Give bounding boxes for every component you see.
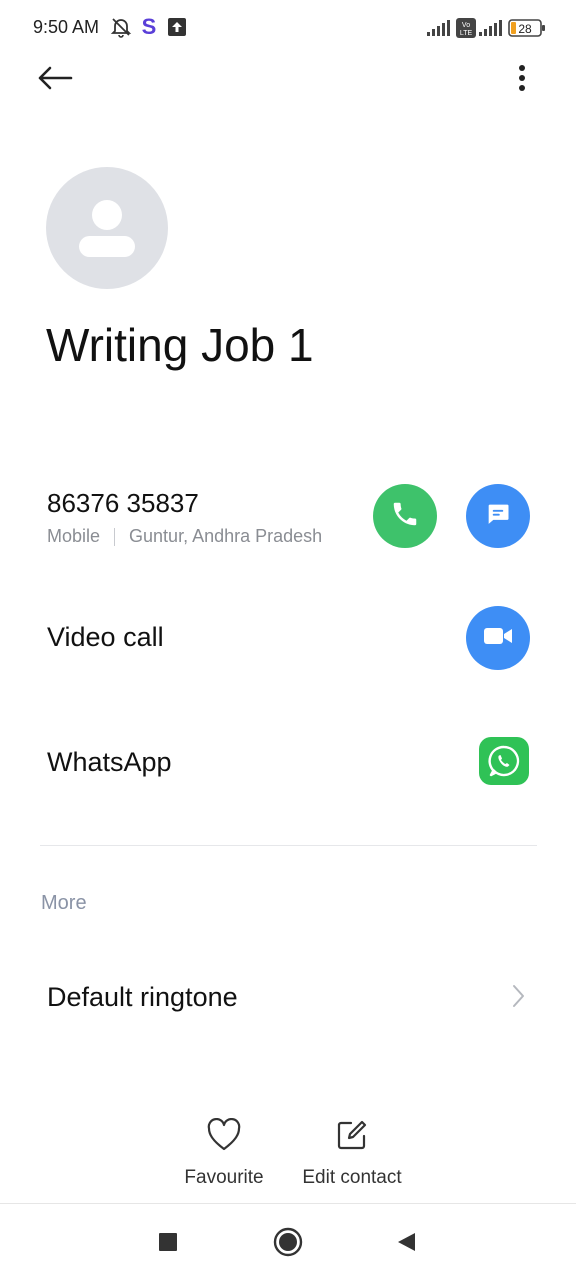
video-call-label: Video call	[47, 622, 164, 652]
whatsapp-icon[interactable]	[479, 737, 529, 785]
chevron-right-icon	[510, 983, 526, 1014]
video-call-button[interactable]	[466, 606, 530, 670]
phone-number-row[interactable]: 86376 35837 Mobile Guntur, Andhra Prades…	[0, 470, 576, 560]
signal-icon	[479, 20, 503, 41]
more-section-header: More	[41, 892, 87, 914]
edit-icon	[335, 1118, 369, 1157]
call-button[interactable]	[373, 484, 437, 548]
more-options-button[interactable]	[502, 60, 542, 100]
status-time: 9:50 AM	[33, 17, 100, 37]
edit-contact-button[interactable]: Edit contact	[292, 1118, 412, 1189]
message-button[interactable]	[466, 484, 530, 548]
triangle-back-icon	[395, 1231, 417, 1258]
back-button[interactable]	[30, 60, 80, 100]
whatsapp-label: WhatsApp	[47, 747, 172, 777]
do-not-disturb-icon	[110, 16, 132, 43]
edit-contact-label: Edit contact	[302, 1167, 402, 1188]
phone-location: Guntur, Andhra Pradesh	[129, 526, 323, 546]
default-ringtone-row[interactable]: Default ringtone	[0, 965, 576, 1035]
divider	[40, 845, 537, 846]
video-call-row[interactable]: Video call	[0, 600, 576, 680]
message-icon	[484, 500, 512, 533]
phone-meta: Mobile Guntur, Andhra Pradesh	[47, 526, 322, 547]
svg-text:S: S	[142, 14, 157, 38]
default-ringtone-label: Default ringtone	[47, 982, 238, 1012]
phone-type: Mobile	[47, 526, 101, 546]
upload-icon	[167, 17, 187, 42]
contact-avatar	[46, 167, 168, 289]
square-icon	[158, 1232, 178, 1257]
battery-level: 28	[518, 22, 532, 36]
svg-text:Vo: Vo	[462, 22, 470, 29]
svg-text:LTE: LTE	[460, 30, 473, 37]
recents-button[interactable]	[148, 1226, 188, 1262]
phone-icon	[390, 499, 420, 534]
s-app-icon: S	[139, 14, 159, 43]
favourite-button[interactable]: Favourite	[174, 1117, 274, 1189]
navigation-bar	[0, 1203, 576, 1280]
status-bar: 9:50 AM S Vo LTE 28	[0, 0, 576, 56]
whatsapp-row[interactable]: WhatsApp	[0, 725, 576, 805]
back-nav-button[interactable]	[386, 1226, 426, 1262]
volte-icon: Vo LTE	[456, 18, 476, 43]
home-button[interactable]	[268, 1226, 308, 1262]
home-circle-icon	[273, 1227, 303, 1262]
favourite-label: Favourite	[184, 1167, 264, 1188]
video-camera-icon	[483, 625, 513, 652]
meta-separator	[114, 527, 116, 546]
contact-name: Writing Job 1	[46, 319, 314, 371]
person-icon	[79, 200, 135, 257]
heart-icon	[206, 1117, 242, 1157]
more-vertical-icon	[518, 64, 526, 97]
signal-icon	[427, 20, 451, 41]
back-arrow-icon	[37, 66, 73, 95]
phone-number[interactable]: 86376 35837	[47, 488, 199, 519]
battery-icon: 28	[508, 18, 546, 43]
